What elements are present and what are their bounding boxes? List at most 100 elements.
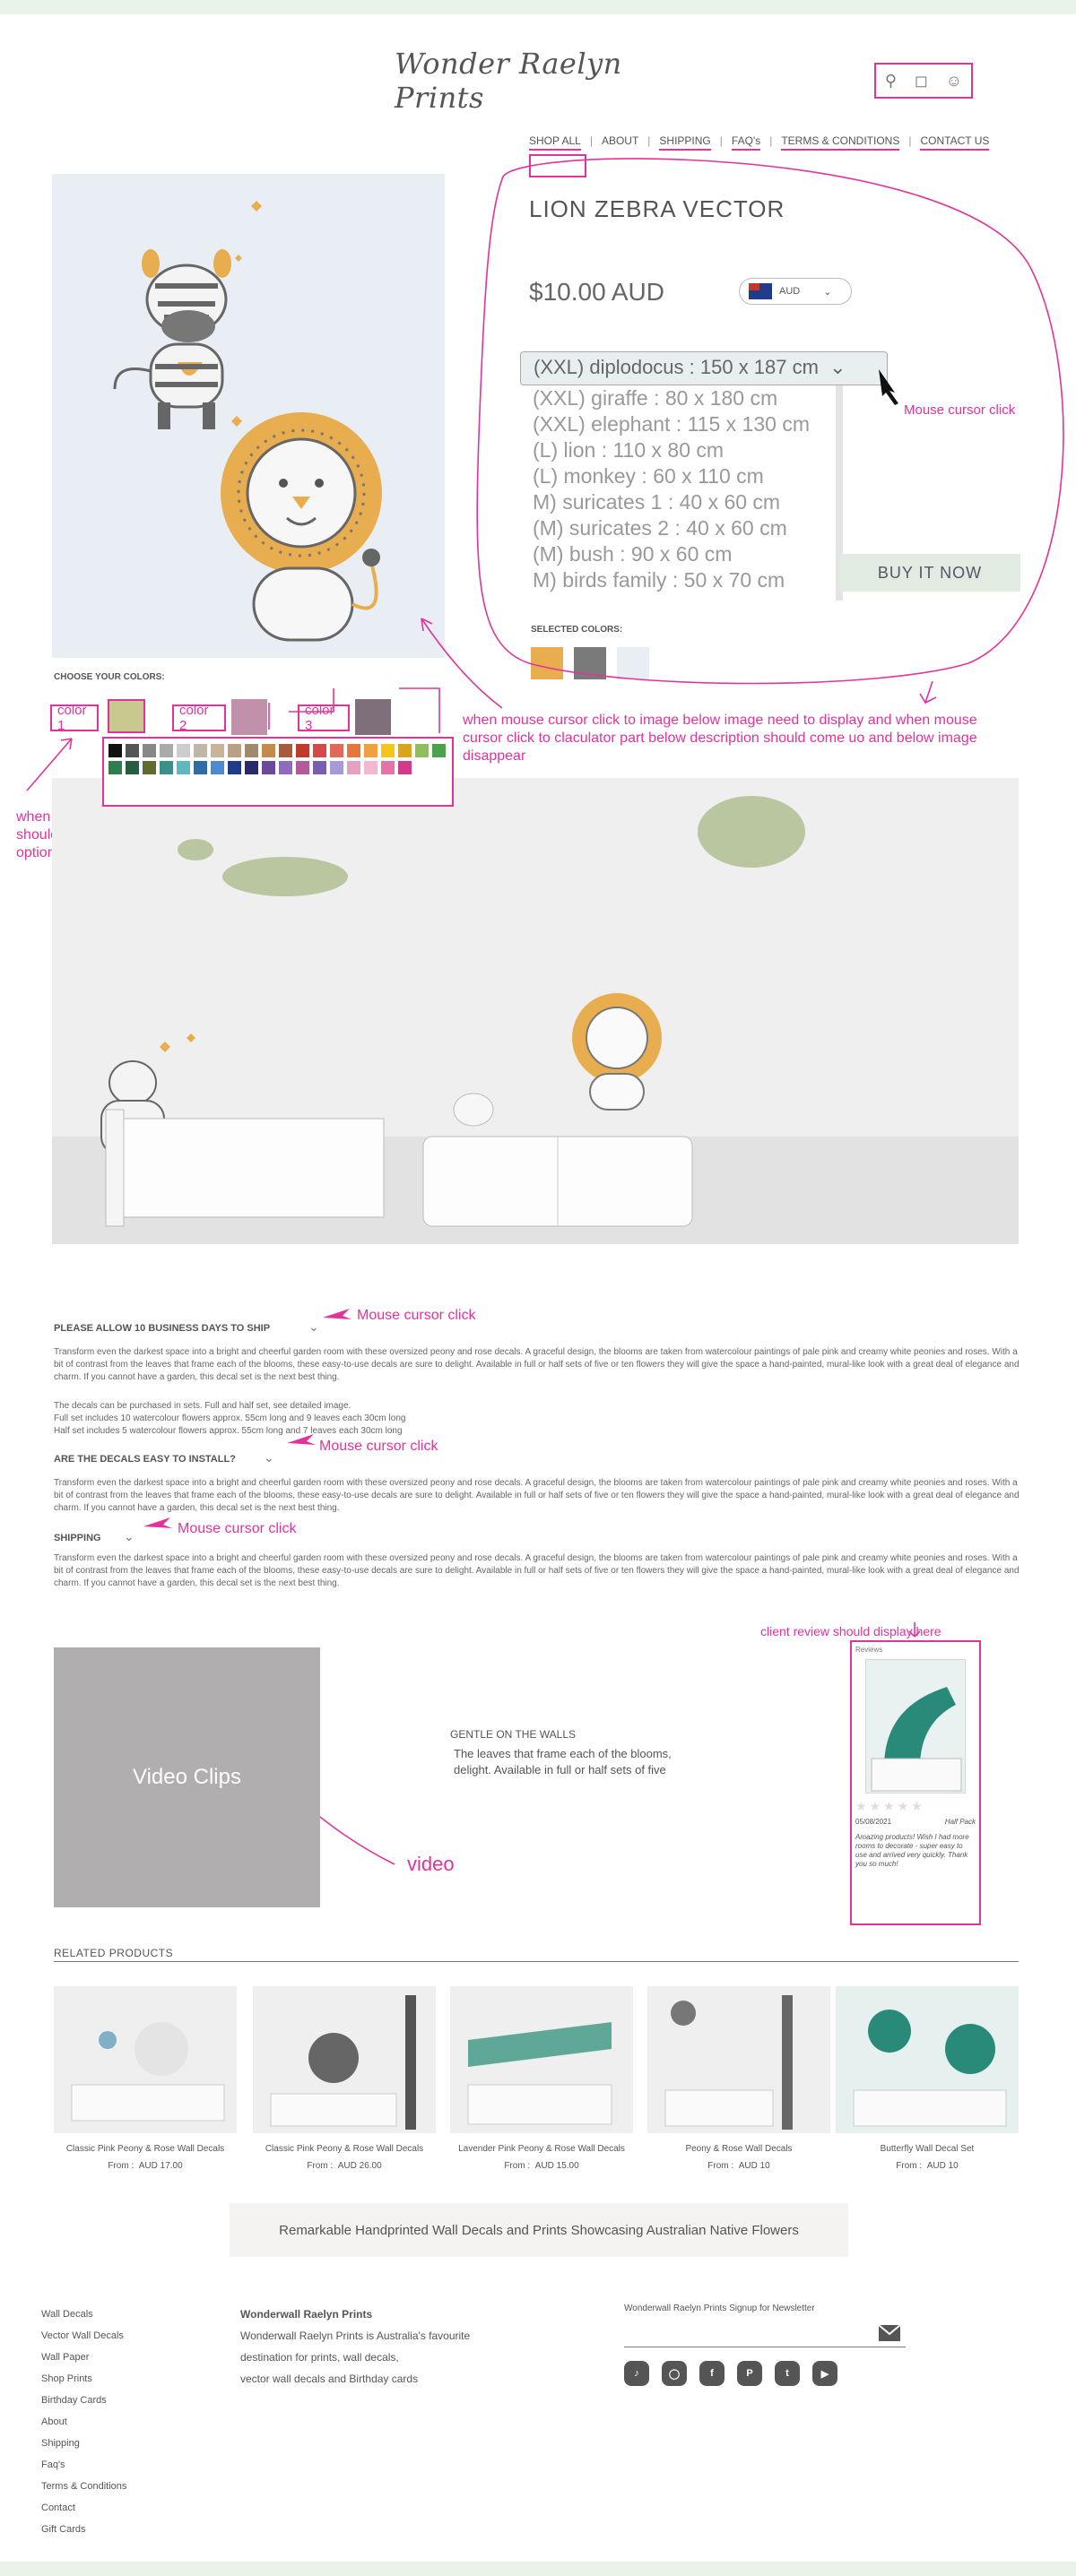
palette-color-swatch[interactable] bbox=[108, 744, 122, 757]
palette-color-swatch[interactable] bbox=[347, 761, 360, 774]
buy-now-button[interactable]: BUY IT NOW bbox=[839, 554, 1020, 592]
palette-color-swatch[interactable] bbox=[415, 744, 429, 757]
related-product-image[interactable] bbox=[54, 1986, 237, 2133]
palette-color-swatch[interactable] bbox=[194, 761, 207, 774]
size-option[interactable]: (XXL) giraffe : 80 x 180 cm bbox=[533, 385, 837, 411]
palette-color-swatch[interactable] bbox=[313, 761, 326, 774]
related-product-image[interactable] bbox=[253, 1986, 436, 2133]
palette-color-swatch[interactable] bbox=[126, 761, 139, 774]
size-option[interactable]: (L) lion : 110 x 80 cm bbox=[533, 437, 837, 463]
related-product-name[interactable]: Butterfly Wall Decal Set bbox=[836, 2144, 1019, 2154]
palette-color-swatch[interactable] bbox=[296, 744, 309, 757]
faq-title-install[interactable]: ARE THE DECALS EASY TO INSTALL? bbox=[54, 1454, 236, 1465]
related-product-name[interactable]: Peony & Rose Wall Decals bbox=[647, 2144, 830, 2154]
size-option[interactable]: M) birds family : 50 x 70 cm bbox=[533, 567, 837, 593]
palette-color-swatch[interactable] bbox=[398, 761, 412, 774]
related-product-image[interactable] bbox=[450, 1986, 633, 2133]
video-clips-placeholder[interactable]: Video Clips bbox=[54, 1647, 320, 1907]
color-1-button[interactable]: color 1 bbox=[50, 703, 99, 733]
color-3-swatch[interactable] bbox=[355, 699, 391, 735]
faq-title-shipping[interactable]: SHIPPING bbox=[54, 1533, 101, 1543]
currency-selector[interactable]: AUD ⌄ bbox=[739, 278, 852, 305]
newsletter-input[interactable] bbox=[624, 2323, 884, 2345]
palette-color-swatch[interactable] bbox=[108, 761, 122, 774]
color-2-button[interactable]: color 2 bbox=[172, 703, 226, 733]
youtube-icon[interactable]: ▶ bbox=[812, 2361, 837, 2386]
size-option[interactable]: (XXL) elephant : 115 x 130 cm bbox=[533, 411, 837, 437]
nav-faqs[interactable]: FAQ's bbox=[731, 134, 761, 151]
palette-color-swatch[interactable] bbox=[262, 744, 275, 757]
chevron-down-icon[interactable]: ⌄ bbox=[124, 1529, 134, 1544]
search-icon[interactable]: ⚲ bbox=[885, 72, 897, 91]
account-icon[interactable]: ☺ bbox=[946, 72, 962, 91]
bag-icon[interactable]: ◻ bbox=[915, 72, 928, 91]
palette-color-swatch[interactable] bbox=[364, 744, 377, 757]
palette-color-swatch[interactable] bbox=[381, 761, 395, 774]
mail-icon[interactable] bbox=[879, 2325, 900, 2341]
palette-color-swatch[interactable] bbox=[211, 761, 224, 774]
footer-link[interactable]: Vector Wall Decals bbox=[41, 2325, 126, 2347]
palette-color-swatch[interactable] bbox=[143, 761, 156, 774]
nav-shipping[interactable]: SHIPPING bbox=[659, 134, 711, 151]
related-product-card[interactable]: Peony & Rose Wall Decals From : AUD 10 bbox=[647, 1986, 830, 2171]
nav-contact[interactable]: CONTACT US bbox=[920, 134, 990, 151]
instagram-icon[interactable]: ◯ bbox=[662, 2361, 687, 2386]
palette-color-swatch[interactable] bbox=[279, 761, 292, 774]
palette-color-swatch[interactable] bbox=[364, 761, 377, 774]
related-product-card[interactable]: Butterfly Wall Decal Set From : AUD 10 bbox=[836, 1986, 1019, 2171]
palette-color-swatch[interactable] bbox=[177, 744, 190, 757]
faq-title-shipping-days[interactable]: PLEASE ALLOW 10 BUSINESS DAYS TO SHIP bbox=[54, 1323, 270, 1334]
footer-link[interactable]: Gift Cards bbox=[41, 2519, 126, 2540]
related-product-name[interactable]: Classic Pink Peony & Rose Wall Decals bbox=[253, 2144, 436, 2154]
chevron-down-icon[interactable]: ⌄ bbox=[264, 1450, 274, 1465]
related-product-image[interactable] bbox=[836, 1986, 1019, 2133]
palette-color-swatch[interactable] bbox=[330, 761, 343, 774]
site-logo[interactable]: Wonder Raelyn Prints bbox=[395, 47, 681, 115]
footer-link[interactable]: Wall Decals bbox=[41, 2304, 126, 2325]
footer-link[interactable]: About bbox=[41, 2411, 126, 2433]
color-3-button[interactable]: color 3 bbox=[298, 703, 350, 733]
palette-color-swatch[interactable] bbox=[228, 744, 241, 757]
chevron-down-icon[interactable]: ⌄ bbox=[308, 1319, 319, 1335]
palette-color-swatch[interactable] bbox=[296, 761, 309, 774]
palette-color-swatch[interactable] bbox=[160, 744, 173, 757]
palette-color-swatch[interactable] bbox=[194, 744, 207, 757]
nav-about[interactable]: ABOUT bbox=[602, 134, 638, 151]
palette-color-swatch[interactable] bbox=[143, 744, 156, 757]
product-image[interactable] bbox=[52, 174, 445, 658]
pinterest-icon[interactable]: P bbox=[737, 2361, 762, 2386]
palette-color-swatch[interactable] bbox=[432, 744, 446, 757]
palette-color-swatch[interactable] bbox=[313, 744, 326, 757]
palette-color-swatch[interactable] bbox=[279, 744, 292, 757]
twitter-icon[interactable]: t bbox=[775, 2361, 800, 2386]
palette-color-swatch[interactable] bbox=[347, 744, 360, 757]
size-option[interactable]: (M) bush : 90 x 60 cm bbox=[533, 541, 837, 567]
palette-color-swatch[interactable] bbox=[228, 761, 241, 774]
palette-color-swatch[interactable] bbox=[160, 761, 173, 774]
size-option[interactable]: M) suricates 1 : 40 x 60 cm bbox=[533, 489, 837, 515]
palette-color-swatch[interactable] bbox=[245, 744, 258, 757]
footer-link[interactable]: Shop Prints bbox=[41, 2368, 126, 2390]
size-dropdown[interactable]: (XXL) diplodocus : 150 x 187 cm ⌄ bbox=[520, 351, 888, 385]
room-mockup-image[interactable] bbox=[52, 778, 1019, 1244]
footer-link[interactable]: Faq's bbox=[41, 2454, 126, 2476]
nav-terms[interactable]: TERMS & CONDITIONS bbox=[781, 134, 900, 151]
related-product-card[interactable]: Lavender Pink Peony & Rose Wall Decals F… bbox=[450, 1986, 633, 2171]
color-1-swatch[interactable] bbox=[108, 699, 145, 733]
palette-color-swatch[interactable] bbox=[330, 744, 343, 757]
palette-color-swatch[interactable] bbox=[126, 744, 139, 757]
related-product-name[interactable]: Lavender Pink Peony & Rose Wall Decals bbox=[450, 2144, 633, 2154]
palette-color-swatch[interactable] bbox=[381, 744, 395, 757]
related-product-name[interactable]: Classic Pink Peony & Rose Wall Decals bbox=[54, 2144, 237, 2154]
footer-link[interactable]: Wall Paper bbox=[41, 2347, 126, 2368]
footer-link[interactable]: Contact bbox=[41, 2497, 126, 2519]
palette-color-swatch[interactable] bbox=[398, 744, 412, 757]
footer-link[interactable]: Terms & Conditions bbox=[41, 2476, 126, 2497]
facebook-icon[interactable]: f bbox=[699, 2361, 725, 2386]
size-option[interactable]: (M) suricates 2 : 40 x 60 cm bbox=[533, 515, 837, 541]
footer-link[interactable]: Birthday Cards bbox=[41, 2390, 126, 2411]
nav-shop-all[interactable]: SHOP ALL bbox=[529, 134, 581, 151]
related-product-image[interactable] bbox=[647, 1986, 830, 2133]
size-option[interactable]: (L) monkey : 60 x 110 cm bbox=[533, 463, 837, 489]
related-product-card[interactable]: Classic Pink Peony & Rose Wall Decals Fr… bbox=[54, 1986, 237, 2171]
